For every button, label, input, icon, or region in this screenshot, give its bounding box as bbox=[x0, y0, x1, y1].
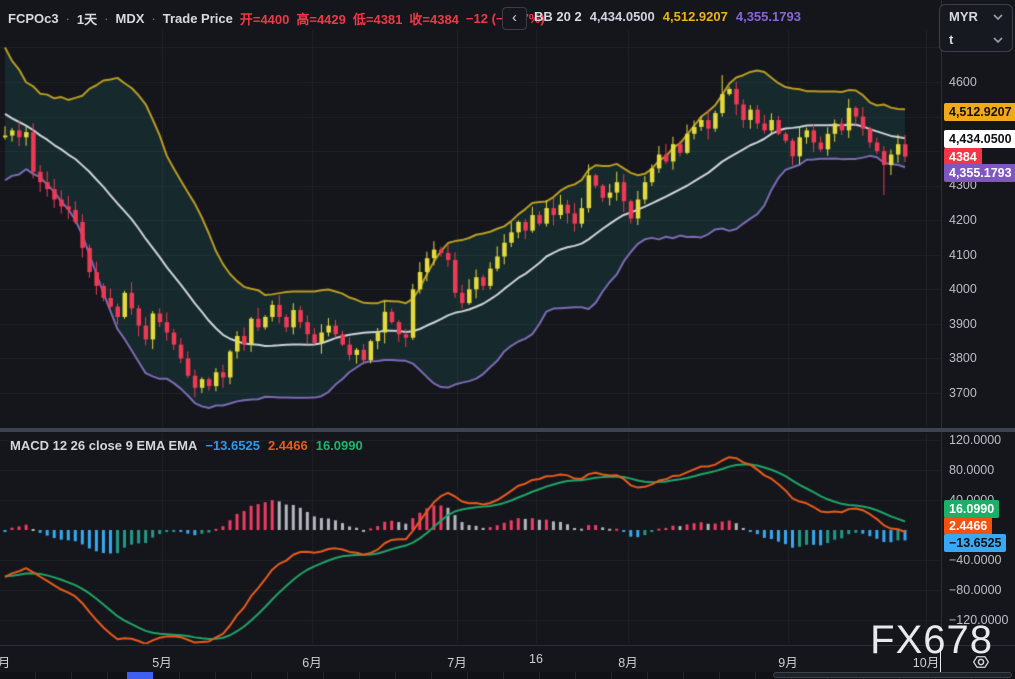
price-tick-label: 4100 bbox=[949, 248, 977, 262]
close-value: 收=4384 bbox=[409, 12, 459, 27]
price-tick-label: 3800 bbox=[949, 351, 977, 365]
price-badge: 4,434.0500 bbox=[944, 130, 1015, 148]
macd-title[interactable]: MACD 12 26 close 9 EMA EMA bbox=[10, 438, 197, 453]
legend-separator: · bbox=[65, 11, 70, 26]
macd-tick-label: 120.0000 bbox=[949, 433, 1002, 447]
bottom-strip-active-segment[interactable] bbox=[127, 672, 153, 679]
macd-badge: 2.4466 bbox=[944, 517, 993, 535]
legend-separator: · bbox=[151, 11, 156, 26]
macd-line-value: 2.4466 bbox=[267, 438, 308, 453]
unit-value: t bbox=[949, 32, 954, 47]
chevron-down-icon bbox=[993, 36, 1003, 43]
bb-upper-value: 4,512.9207 bbox=[662, 9, 728, 24]
macd-tick-label: −80.0000 bbox=[949, 583, 1002, 597]
time-tick-label: 16 bbox=[529, 652, 543, 666]
bb-basis-value: 4,434.0500 bbox=[589, 9, 655, 24]
interval-label[interactable]: 1天 bbox=[77, 9, 97, 28]
currency-dropdown[interactable]: MYR bbox=[940, 6, 1012, 28]
unit-dropdown[interactable]: t bbox=[940, 29, 1012, 51]
price-scale-pane[interactable]: 4600 4300 4200 4100 4000 3900 3800 3700 120.0000… bbox=[941, 0, 1015, 645]
price-badge: 4,355.1793 bbox=[944, 164, 1015, 182]
time-tick-label: 6月 bbox=[302, 656, 322, 670]
legend-collapse-button[interactable]: ‹ bbox=[502, 7, 527, 30]
high-value: 高=4429 bbox=[296, 12, 346, 27]
time-tick-label: 9月 bbox=[778, 656, 798, 670]
symbol-legend[interactable]: FCPOc3 · 1天 · MDX · Trade Price 开=4400 高… bbox=[8, 9, 545, 28]
currency-unit-panel: MYR t bbox=[939, 4, 1013, 52]
price-badge: 4,512.9207 bbox=[944, 103, 1015, 121]
pane-divider-handle[interactable] bbox=[0, 428, 1015, 432]
chevron-down-icon bbox=[993, 13, 1003, 20]
exchange-label: MDX bbox=[115, 11, 145, 26]
low-value: 低=4381 bbox=[352, 12, 403, 27]
time-tick-label: 月 bbox=[0, 656, 11, 670]
macd-badge: −13.6525 bbox=[944, 534, 1007, 552]
macd-hist-value: −13.6525 bbox=[205, 438, 260, 453]
macd-tick-label: 80.0000 bbox=[949, 463, 995, 477]
symbol-name[interactable]: FCPOc3 bbox=[8, 11, 59, 26]
time-tick-label: 8月 bbox=[618, 656, 638, 670]
macd-badge: 16.0990 bbox=[944, 500, 1000, 518]
price-tick-label: 4000 bbox=[949, 282, 977, 296]
time-tick-label: 7月 bbox=[447, 656, 467, 670]
price-tick-label: 3700 bbox=[949, 386, 977, 400]
time-scale[interactable]: 月 5月 6月 7月 16 8月 9月 10月 bbox=[0, 645, 1015, 673]
fx678-watermark: FX678 bbox=[870, 618, 993, 662]
legend-separator: · bbox=[104, 11, 109, 26]
bb-lower-value: 4,355.1793 bbox=[735, 9, 801, 24]
macd-signal-value: 16.0990 bbox=[315, 438, 363, 453]
open-value: 开=4400 bbox=[239, 12, 290, 27]
chart-window: FCPOc3 · 1天 · MDX · Trade Price 开=4400 高… bbox=[0, 0, 1015, 679]
bb-title[interactable]: BB 20 2 bbox=[534, 9, 582, 24]
price-tick-label: 4200 bbox=[949, 213, 977, 227]
time-tick-label: 5月 bbox=[152, 656, 172, 670]
currency-value: MYR bbox=[949, 9, 978, 24]
macd-indicator-legend[interactable]: MACD 12 26 close 9 EMA EMA −13.6525 2.44… bbox=[10, 438, 363, 453]
macd-tick-label: −40.0000 bbox=[949, 553, 1002, 567]
price-tick-label: 4600 bbox=[949, 75, 977, 89]
bb-indicator-legend[interactable]: BB 20 2 4,434.0500 4,512.9207 4,355.1793 bbox=[534, 9, 801, 24]
series-type-label: Trade Price bbox=[162, 11, 233, 26]
price-chart-canvas[interactable] bbox=[0, 0, 941, 645]
price-tick-label: 3900 bbox=[949, 317, 977, 331]
